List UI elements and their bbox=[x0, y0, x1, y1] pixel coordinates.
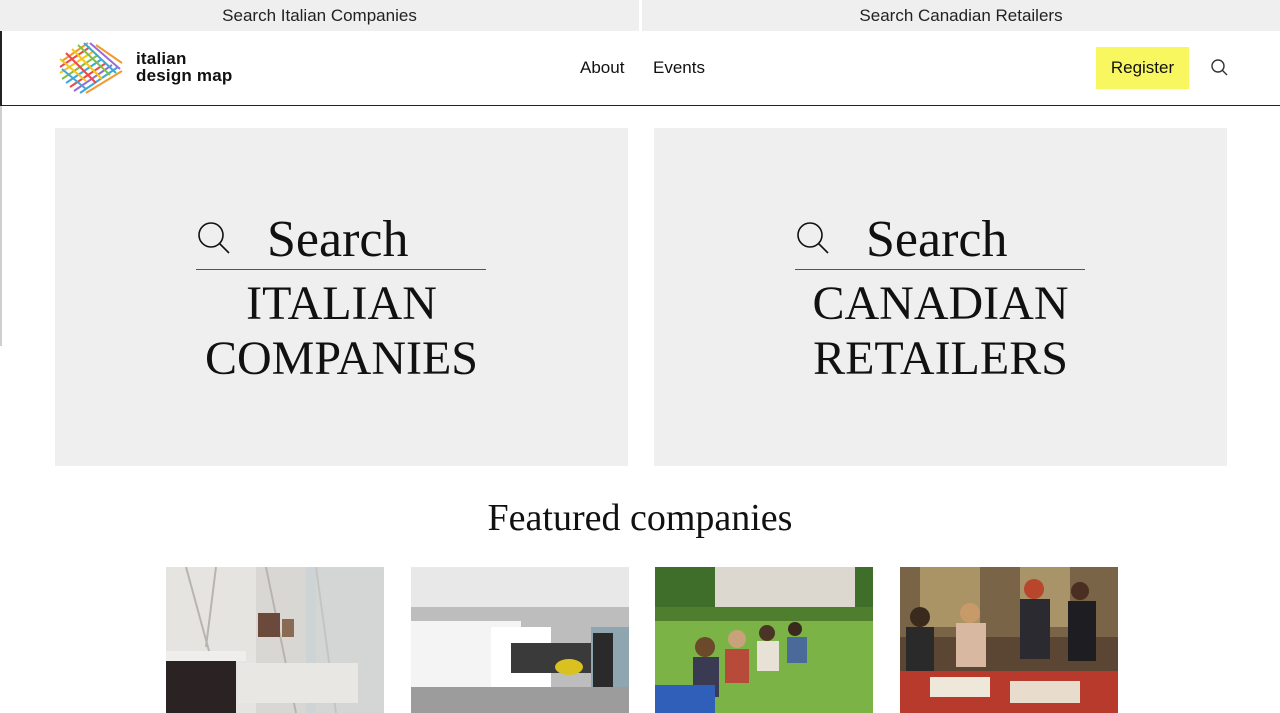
search-icon bbox=[795, 220, 831, 256]
featured-company-thumbnail-students-on-lawn[interactable] bbox=[655, 567, 873, 713]
panel-search-word: Search bbox=[267, 211, 409, 268]
nav-about[interactable]: About bbox=[580, 58, 624, 78]
panel-title: CANADIAN RETAILERS bbox=[654, 276, 1227, 386]
logo-icon[interactable] bbox=[56, 39, 126, 95]
tab-search-italian-companies[interactable]: Search Italian Companies bbox=[0, 0, 639, 31]
panel-title: ITALIAN COMPANIES bbox=[55, 276, 628, 386]
panel-title-line-1: ITALIAN bbox=[246, 277, 437, 330]
search-italian-companies-panel[interactable]: Search ITALIAN COMPANIES bbox=[55, 128, 628, 466]
top-tab-bar: Search Italian Companies Search Canadian… bbox=[0, 0, 1280, 31]
panel-title-line-2: COMPANIES bbox=[205, 332, 478, 385]
page-edge-line bbox=[0, 106, 2, 346]
panel-search-word: Search bbox=[866, 211, 1008, 268]
search-icon bbox=[196, 220, 232, 256]
featured-companies-heading: Featured companies bbox=[487, 497, 793, 539]
register-button[interactable]: Register bbox=[1096, 47, 1189, 89]
site-header: italian design map About Events Register bbox=[0, 31, 1280, 106]
logo-line-1: italian bbox=[136, 49, 187, 68]
search-canadian-retailers-panel[interactable]: Search CANADIAN RETAILERS bbox=[654, 128, 1227, 466]
featured-company-thumbnail-white-showroom[interactable] bbox=[411, 567, 629, 713]
featured-company-thumbnail-design-workshop[interactable] bbox=[900, 567, 1118, 713]
nav-events[interactable]: Events bbox=[653, 58, 705, 78]
featured-company-thumbnail-marble-bathroom[interactable] bbox=[166, 567, 384, 713]
panel-title-line-1: CANADIAN bbox=[812, 277, 1069, 330]
panel-title-line-2: RETAILERS bbox=[813, 332, 1068, 385]
search-icon[interactable] bbox=[1210, 58, 1230, 78]
tab-search-canadian-retailers[interactable]: Search Canadian Retailers bbox=[642, 0, 1280, 31]
logo-text[interactable]: italian design map bbox=[136, 50, 232, 84]
logo-line-2: design map bbox=[136, 66, 233, 85]
panel-underline bbox=[196, 269, 486, 270]
panel-underline bbox=[795, 269, 1085, 270]
